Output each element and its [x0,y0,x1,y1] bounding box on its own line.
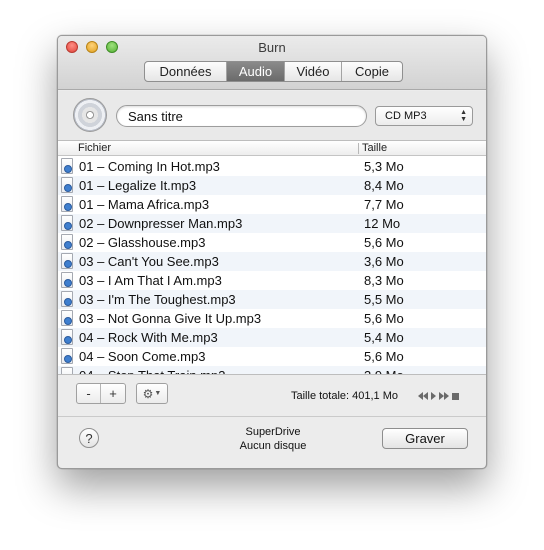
file-name: 04 – Rock With Me.mp3 [79,330,218,345]
mp3-file-icon [61,291,73,307]
mode-tabs: Données Audio Vidéo Copie [144,61,403,82]
table-row[interactable]: 02 – Downpresser Man.mp3 12 Mo [58,214,486,233]
table-row[interactable]: 01 – Mama Africa.mp3 7,7 Mo [58,195,486,214]
column-header-file[interactable]: Fichier [78,142,111,154]
disc-title-input[interactable] [116,105,367,127]
table-row[interactable]: 01 – Legalize It.mp3 8,4 Mo [58,176,486,195]
table-row[interactable]: 03 – Can't You See.mp3 3,6 Mo [58,252,486,271]
title-bar: Burn Données Audio Vidéo Copie [58,36,486,90]
file-size: 7,7 Mo [364,197,404,212]
file-list: Fichier Taille 01 – Coming In Hot.mp3 5,3… [58,141,486,375]
tab-audio[interactable]: Audio [227,62,285,81]
table-row[interactable]: 01 – Coming In Hot.mp3 5,3 Mo [58,157,486,176]
mp3-file-icon [61,329,73,345]
file-size: 5,6 Mo [364,235,404,250]
add-remove-buttons: - + [76,383,126,404]
table-body: 01 – Coming In Hot.mp3 5,3 Mo 01 – Legaliz… [58,157,486,374]
remove-button[interactable]: - [77,384,101,403]
drive-name: SuperDrive [245,426,301,438]
select-arrows-icon: ▲ ▼ [460,109,467,123]
file-size: 5,6 Mo [364,311,404,326]
total-size: Taille totale: 401,1 Mo [291,390,399,402]
burn-button[interactable]: Graver [382,428,468,449]
file-size: 3,6 Mo [364,254,404,269]
play-icon[interactable] [431,392,436,400]
stop-icon[interactable] [452,392,459,400]
cd-icon [73,98,107,132]
table-row[interactable]: 03 – I'm The Toughest.mp3 5,5 Mo [58,290,486,309]
file-name: 01 – Legalize It.mp3 [79,178,197,193]
table-row[interactable]: 02 – Glasshouse.mp3 5,6 Mo [58,233,486,252]
mp3-file-icon [61,348,73,364]
mp3-file-icon [61,177,73,193]
rewind-icon[interactable] [418,392,428,400]
fast-forward-icon[interactable] [439,392,449,400]
file-name: 01 – Mama Africa.mp3 [79,197,210,212]
mp3-file-icon [61,367,73,374]
gear-icon: ⚙ [142,386,154,401]
table-row[interactable]: 04 – Rock With Me.mp3 5,4 Mo [58,328,486,347]
table-row[interactable]: 04 – Soon Come.mp3 5,6 Mo [58,347,486,366]
file-size: 5,5 Mo [364,292,404,307]
file-name: 03 – I Am That I Am.mp3 [79,273,222,288]
file-name: 01 – Coming In Hot.mp3 [79,159,220,174]
file-name: 03 – I'm The Toughest.mp3 [79,292,236,307]
column-header-size[interactable]: Taille [362,142,387,154]
mp3-file-icon [61,272,73,288]
window-title: Burn [258,40,286,55]
file-name: 03 – Not Gonna Give It Up.mp3 [79,311,262,326]
mp3-file-icon [61,158,73,174]
file-size: 5,6 Mo [364,349,404,364]
file-size: 8,4 Mo [364,178,404,193]
file-name: 02 – Downpresser Man.mp3 [79,216,243,231]
file-size: 3,9 Mo [364,368,404,374]
column-divider [358,143,359,154]
divider [58,416,486,417]
add-button[interactable]: + [101,384,125,403]
burn-window: Burn Données Audio Vidéo Copie CD MP3 ▲▼… [57,35,487,469]
playback-controls [418,390,459,402]
table-row[interactable]: 03 – Not Gonna Give It Up.mp3 5,6 Mo [58,309,486,328]
help-button[interactable]: ? [79,428,99,448]
file-size: 5,3 Mo [364,159,404,174]
drive-info: SuperDrive Aucun disque [208,425,338,453]
mp3-file-icon [61,253,73,269]
mp3-file-icon [61,310,73,326]
format-select-value: CD MP3 [385,110,427,122]
action-menu-button[interactable]: ⚙ ▼ [136,383,168,404]
mp3-file-icon [61,196,73,212]
file-size: 12 Mo [364,216,401,231]
file-name: 02 – Glasshouse.mp3 [79,235,206,250]
mp3-file-icon [61,215,73,231]
tab-video[interactable]: Vidéo [285,62,342,81]
mp3-file-icon [61,234,73,250]
chevron-down-icon: ▼ [154,390,162,397]
drive-status: Aucun disque [239,440,307,452]
file-name: 04 – Soon Come.mp3 [79,349,206,364]
disc-settings: CD MP3 ▲▼ [58,91,486,141]
table-header: Fichier Taille [58,141,486,156]
file-size: 5,4 Mo [364,330,404,345]
file-size: 8,3 Mo [364,273,404,288]
table-row[interactable]: 04 – Stop That Train.mp3 3,9 Mo [58,366,486,374]
file-name: 04 – Stop That Train.mp3 [79,368,225,374]
list-toolbar: - + ⚙ ▼ Taille totale: 401,1 Mo [58,376,486,416]
format-select[interactable]: CD MP3 ▲ ▼ [375,106,473,126]
tab-copie[interactable]: Copie [342,62,402,81]
tab-donnees[interactable]: Données [145,62,227,81]
table-row[interactable]: 03 – I Am That I Am.mp3 8,3 Mo [58,271,486,290]
file-name: 03 – Can't You See.mp3 [79,254,219,269]
